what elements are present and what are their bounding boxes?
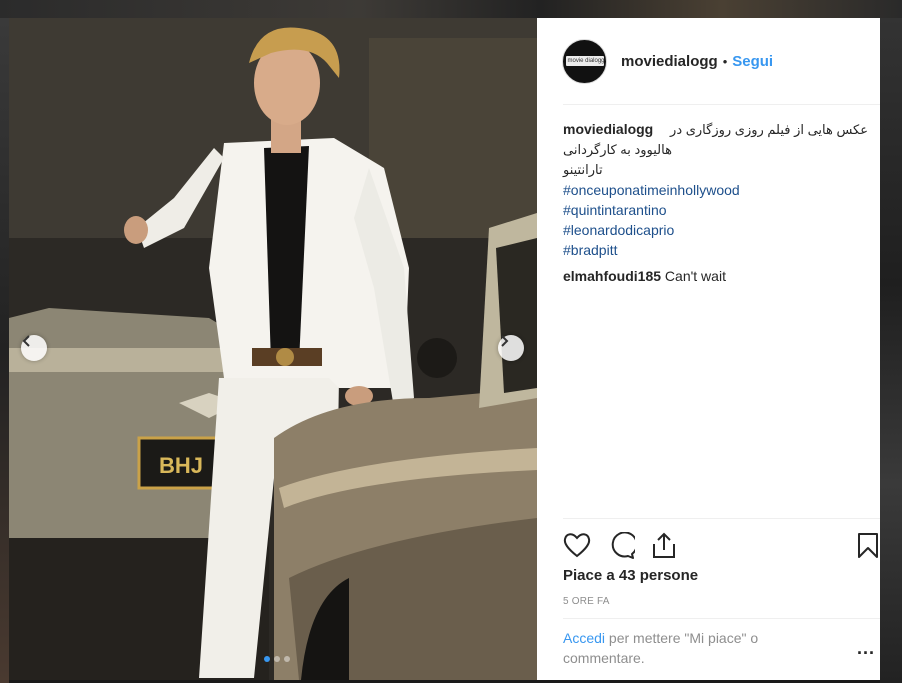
more-options-button[interactable]: ... — [857, 638, 875, 659]
avatar-logo-text: movie dialogg — [567, 58, 605, 64]
post-timestamp: 5 ORE FA — [563, 596, 610, 607]
post-photo: BHJ — [9, 18, 537, 680]
action-bar — [563, 528, 880, 564]
header-divider — [563, 104, 880, 105]
hashtag-link[interactable]: #quintintarantino — [563, 200, 868, 220]
comments-section: moviedialogg عکس هایی از فیلم روزی روزگا… — [563, 119, 868, 286]
heart-icon[interactable] — [563, 532, 591, 558]
login-prompt: Accedi per mettere "Mi piace" o commenta… — [563, 628, 813, 668]
background-page-left — [0, 18, 9, 683]
hashtag-link[interactable]: #bradpitt — [563, 240, 868, 260]
caption-text-line2: هالیوود به کارگردانی تارانتینو — [563, 142, 672, 177]
carousel-dot — [264, 656, 270, 662]
hashtag-link[interactable]: #onceuponatimeinhollywood — [563, 180, 868, 200]
post-side-panel: movie dialogg moviedialogg • Segui movie… — [537, 18, 880, 680]
caption-text-line1: عکس هایی از فیلم روزی روزگاری در — [670, 122, 868, 137]
carousel-indicator — [264, 656, 290, 662]
previous-slide-button[interactable] — [21, 335, 47, 361]
comment-username[interactable]: elmahfoudi185 — [563, 268, 661, 284]
hashtag-link[interactable]: #leonardodicaprio — [563, 220, 868, 240]
background-page-top — [0, 0, 902, 18]
avatar[interactable]: movie dialogg — [562, 38, 607, 84]
footer-divider — [563, 618, 880, 619]
likes-count[interactable]: Piace a 43 persone — [563, 567, 698, 584]
svg-text:BHJ: BHJ — [159, 453, 203, 478]
carousel-dot — [274, 656, 280, 662]
chevron-right-icon — [501, 335, 509, 347]
bookmark-icon[interactable] — [857, 532, 879, 559]
follow-button[interactable]: Segui — [732, 53, 773, 70]
caption-username[interactable]: moviedialogg — [563, 119, 653, 139]
photo-illustration: BHJ — [9, 18, 537, 680]
next-slide-button[interactable] — [498, 335, 524, 361]
carousel-dot — [284, 656, 290, 662]
login-link[interactable]: Accedi — [563, 630, 605, 646]
chevron-left-icon — [22, 335, 30, 347]
caption-line-1: moviedialogg عکس هایی از فیلم روزی روزگا… — [563, 119, 868, 140]
post-header: movie dialogg moviedialogg • Segui — [537, 18, 880, 104]
comment-text: Can't wait — [664, 268, 726, 284]
background-page-right — [880, 18, 902, 683]
comment-icon[interactable] — [607, 532, 635, 559]
share-icon[interactable] — [651, 532, 677, 559]
actions-divider — [563, 518, 880, 519]
comment-item: elmahfoudi185 Can't wait — [563, 266, 868, 286]
avatar-logo: movie dialogg — [565, 56, 605, 66]
header-separator: • — [722, 53, 728, 69]
header-username[interactable]: moviedialogg — [621, 53, 718, 70]
